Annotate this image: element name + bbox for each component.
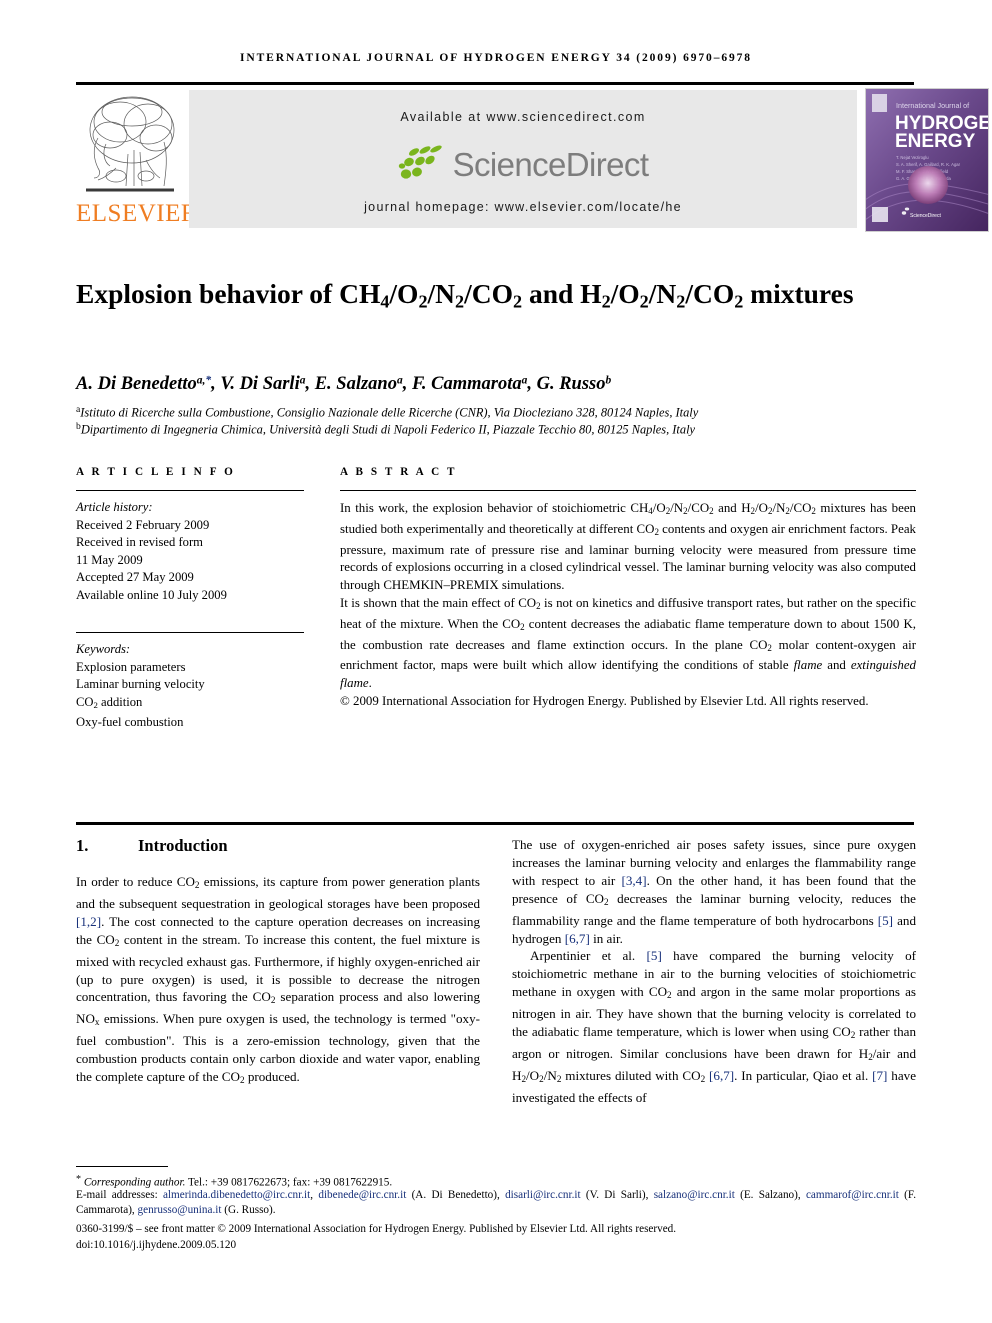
keyword-item: Oxy-fuel combustion — [76, 715, 184, 730]
keyword-item: Explosion parameters — [76, 659, 186, 674]
publisher-header-band: ELSEVIER Available at www.sciencedirect.… — [76, 88, 989, 232]
section-title-text: Introduction — [138, 836, 228, 855]
abstract-paragraph-1: In this work, the explosion behavior of … — [340, 501, 916, 593]
keywords-block: Keywords: Explosion parameters Laminar b… — [76, 641, 312, 732]
page-title: Explosion behavior of CH4/O2/N2/CO2 and … — [76, 278, 854, 312]
abstract-paragraph-2: It is shown that the main effect of CO2 … — [340, 595, 917, 691]
affiliation-b: bDipartimento di Ingegneria Chimica, Uni… — [76, 421, 696, 437]
history-item: Received in revised form — [76, 535, 203, 550]
sciencedirect-wordmark: ScienceDirect — [452, 145, 649, 183]
svg-text:ScienceDirect: ScienceDirect — [910, 213, 941, 219]
sciencedirect-logo[interactable]: ScienceDirect — [189, 142, 857, 194]
abstract-body: In this work, the explosion behavior of … — [340, 500, 916, 711]
history-item: Accepted 27 May 2009 — [76, 570, 194, 585]
keywords-label: Keywords: — [76, 642, 131, 656]
keyword-item: Laminar burning velocity — [76, 677, 205, 692]
history-item: 11 May 2009 — [76, 552, 143, 567]
sciencedirect-leaves-icon — [398, 142, 444, 187]
body-paragraph: In order to reduce CO2 emissions, its ca… — [76, 874, 480, 1086]
section-number: 1. — [76, 836, 89, 855]
paper-page: INTERNATIONAL JOURNAL OF HYDROGEN ENERGY… — [0, 0, 992, 1323]
history-item: Available online 10 July 2009 — [76, 587, 227, 602]
journal-homepage-text[interactable]: journal homepage: www.elsevier.com/locat… — [189, 200, 857, 214]
footnote-divider — [76, 1166, 168, 1167]
running-head: INTERNATIONAL JOURNAL OF HYDROGEN ENERGY… — [240, 52, 752, 64]
history-item: Received 2 February 2009 — [76, 517, 210, 532]
elsevier-tree-icon — [80, 90, 180, 202]
author-list: A. Di Benedettoa,*, V. Di Sarlia, E. Sal… — [76, 374, 612, 394]
article-history-block: Article history: Received 2 February 200… — [76, 499, 312, 605]
email-addresses-note[interactable]: E-mail addresses: almerinda.dibenedetto@… — [76, 1188, 916, 1218]
article-info-heading: A R T I C L E I N F O — [76, 466, 236, 478]
keyword-item: CO2 addition — [76, 694, 143, 710]
available-at-text: Available at www.sciencedirect.com — [400, 110, 646, 124]
body-column-left: In order to reduce CO2 emissions, its ca… — [76, 873, 480, 1090]
issn-copyright-line: 0360-3199/$ – see front matter © 2009 In… — [76, 1223, 677, 1235]
abstract-heading: A B S T R A C T — [340, 466, 458, 478]
body-paragraph: Arpentinier et al. [5] have compared the… — [512, 948, 917, 1105]
elsevier-logo[interactable]: ELSEVIER — [76, 88, 199, 230]
abstract-top-divider — [340, 490, 916, 491]
abstract-copyright: © 2009 International Association for Hyd… — [340, 693, 869, 708]
elsevier-wordmark: ELSEVIER — [76, 200, 199, 227]
body-column-right: The use of oxygen-enriched air poses saf… — [512, 836, 916, 1107]
doi-line: doi:10.1016/j.ijhydene.2009.05.120 — [76, 1239, 237, 1251]
journal-cover-image[interactable]: International Journal of HYDROGEN ENERGY… — [865, 88, 989, 232]
header-top-rule — [76, 82, 914, 85]
info-mid-divider — [76, 632, 304, 633]
sciencedirect-band: Available at www.sciencedirect.com Scien… — [189, 90, 857, 228]
svg-text:International Journal of: International Journal of — [896, 101, 969, 110]
info-top-divider — [76, 490, 304, 491]
svg-text:ENERGY: ENERGY — [895, 131, 976, 152]
section-heading-introduction: 1. Introduction — [76, 836, 228, 856]
body-paragraph: The use of oxygen-enriched air poses saf… — [512, 837, 916, 946]
svg-text:T. Nejat Veziroglu: T. Nejat Veziroglu — [896, 155, 929, 160]
article-history-label: Article history: — [76, 500, 153, 514]
body-top-rule — [76, 822, 914, 825]
